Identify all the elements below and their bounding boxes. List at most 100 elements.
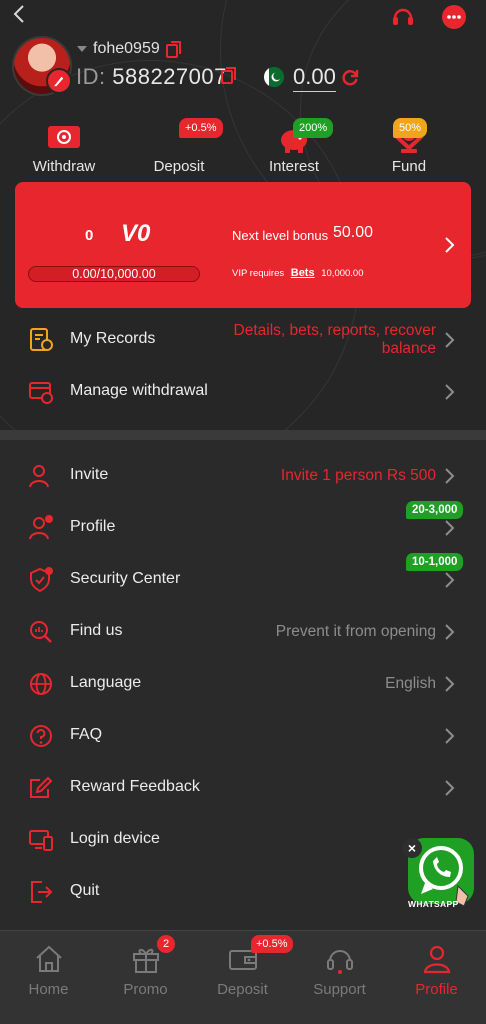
invite-label: Invite (70, 466, 109, 483)
tab-support-label: Support (313, 981, 366, 998)
back-arrow-icon[interactable] (10, 4, 30, 24)
invite-value: Invite 1 person Rs 500 (280, 467, 436, 484)
globe-icon (30, 673, 52, 695)
copy-username-icon[interactable] (166, 41, 182, 59)
tab-home[interactable]: Home (0, 943, 97, 998)
language-row[interactable]: Language English (0, 658, 486, 710)
login-device-label: Login device (70, 830, 160, 847)
vip-level-number: 0 (85, 227, 94, 244)
vip-requires-prefix: VIP requires (232, 268, 285, 279)
my-records-row[interactable]: My Records Details, bets, reports, recov… (0, 314, 486, 366)
user-id-value: 588227007 (112, 64, 227, 89)
vip-progress-text: 0.00/10,000.00 (72, 267, 156, 281)
find-us-label: Find us (70, 622, 123, 639)
deposit-bonus-badge: +0.5% (179, 118, 223, 138)
tab-support[interactable]: Support (291, 943, 388, 998)
username-caret-icon (77, 46, 87, 52)
gift-icon (132, 948, 159, 973)
headset-icon (326, 950, 353, 974)
copy-id-icon[interactable] (221, 67, 237, 85)
logout-icon (31, 881, 53, 903)
edit-avatar-icon[interactable] (46, 68, 72, 94)
withdraw-label: Withdraw (32, 158, 96, 175)
manage-withdrawal-row[interactable]: Manage withdrawal (0, 366, 486, 418)
chevron-right-icon (445, 728, 455, 744)
user-icon (423, 945, 450, 974)
reward-feedback-label: Reward Feedback (70, 778, 200, 795)
tab-home-label: Home (28, 981, 69, 998)
my-records-value: Details, bets, reports, recover balance (234, 322, 436, 358)
customer-service-icon[interactable] (390, 4, 416, 30)
language-label: Language (70, 674, 142, 691)
chevron-right-icon (445, 520, 455, 536)
interest-label: Interest (268, 158, 320, 175)
find-us-icon (30, 621, 52, 643)
manage-withdrawal-icon (29, 382, 53, 404)
vip-requires-link[interactable]: Bets (291, 267, 315, 279)
tab-promo[interactable]: Promo (97, 943, 194, 998)
tab-promo-label: Promo (123, 981, 168, 998)
pakistan-flag-icon (264, 67, 284, 87)
faq-label: FAQ (70, 726, 103, 743)
find-us-value: Prevent it from opening (275, 623, 436, 640)
quit-label: Quit (70, 882, 100, 899)
question-icon (30, 725, 52, 747)
whatsapp-label: WHATSAPP (408, 899, 459, 909)
balance-value: 0.00 (293, 64, 336, 92)
user-id-label: ID: (76, 64, 106, 89)
language-value: English (385, 675, 436, 692)
section-divider (0, 430, 486, 440)
vip-requirement: VIP requires Bets 10,000.00 (232, 267, 364, 279)
chevron-right-icon (445, 384, 455, 400)
invite-icon (29, 465, 49, 488)
security-center-label: Security Center (70, 570, 181, 587)
more-options-icon[interactable] (441, 4, 467, 30)
profile-label: Profile (70, 518, 116, 535)
fund-label: Fund (391, 158, 427, 175)
home-icon (35, 945, 62, 972)
vip-level-name: V0 (121, 220, 151, 247)
withdraw-icon (48, 126, 80, 148)
chevron-right-icon (445, 237, 455, 253)
chevron-right-icon (445, 676, 455, 692)
my-records-label: My Records (70, 330, 156, 347)
faq-row[interactable]: FAQ (0, 710, 486, 762)
reward-feedback-row[interactable]: Reward Feedback (0, 762, 486, 814)
tab-profile[interactable]: Profile (388, 943, 485, 998)
chevron-right-icon (445, 468, 455, 484)
chevron-right-icon (445, 572, 455, 588)
shield-icon (30, 567, 53, 593)
security-bonus-badge: 10-1,000 (406, 553, 464, 571)
chevron-right-icon (445, 624, 455, 640)
records-icon (30, 328, 53, 351)
feedback-icon (30, 776, 53, 798)
profile-bonus-badge: 20-3,000 (406, 501, 464, 519)
fund-bonus-badge: 50% (393, 118, 428, 138)
vip-requires-value: 10,000.00 (321, 268, 364, 279)
vip-card[interactable]: 0 V0 0.00/10,000.00 Next level bonus 50.… (15, 182, 471, 308)
tab-deposit-label: Deposit (217, 981, 268, 998)
find-us-row[interactable]: Find us Prevent it from opening (0, 606, 486, 658)
deposit-label: Deposit (153, 158, 205, 175)
next-level-bonus-label: Next level bonus (232, 228, 329, 243)
withdraw-button[interactable]: Withdraw (14, 118, 114, 175)
next-level-bonus-value: 50.00 (333, 224, 374, 241)
bottom-tab-bar: Home Promo 2 Deposit +0.5% Support Profi… (0, 930, 486, 1024)
vip-progress-bar: 0.00/10,000.00 (28, 266, 200, 282)
manage-withdrawal-label: Manage withdrawal (70, 382, 208, 399)
profile-icon (29, 515, 53, 540)
chevron-right-icon (445, 332, 455, 348)
user-id: ID: 588227007 (76, 64, 227, 90)
my-records-value-line1: Details, bets, reports, recover (233, 322, 436, 339)
chevron-right-icon (445, 780, 455, 796)
deposit-tab-badge: +0.5% (251, 935, 293, 953)
interest-bonus-badge: 200% (293, 118, 334, 138)
close-whatsapp-button[interactable]: × (402, 838, 422, 858)
refresh-balance-icon[interactable] (340, 67, 360, 87)
tab-profile-label: Profile (415, 981, 458, 998)
promo-count-badge: 2 (157, 935, 175, 953)
device-icon (29, 830, 53, 851)
invite-row[interactable]: Invite Invite 1 person Rs 500 (0, 450, 486, 502)
username: fohe0959 (93, 40, 160, 57)
my-records-value-line2: balance (381, 340, 436, 357)
